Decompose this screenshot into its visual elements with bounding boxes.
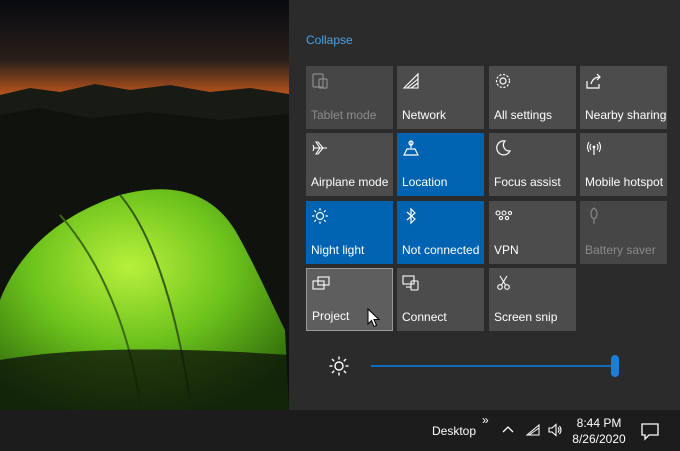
hotspot-icon [585,139,603,157]
taskbar: Desktop » 8:44 PM 8/26/2020 [0,410,680,451]
tile-not-connected[interactable]: Not connected [397,201,484,264]
tile-label: Mobile hotspot [585,175,664,189]
action-center-panel: Collapse Tablet mode Network All settings N… [289,0,680,410]
airplane-icon [311,139,329,157]
brightness-slider-row [329,352,629,380]
wifi-icon[interactable] [525,422,541,438]
tile-label: Connect [402,310,447,324]
moon-icon [494,139,512,157]
tile-label: Network [402,108,447,122]
tile-label: Focus assist [494,175,561,189]
brightness-icon [311,207,329,225]
location-icon [402,139,420,157]
vpn-icon [494,207,512,225]
tile-network[interactable]: Network [397,66,484,129]
project-icon [312,275,330,293]
tile-night-light[interactable]: Night light [306,201,393,264]
desktop-toolbar-label[interactable]: Desktop [432,424,476,438]
volume-icon[interactable] [547,422,563,438]
tile-label: Location [402,175,448,189]
tile-focus-assist[interactable]: Focus assist [489,133,576,196]
battery-saver-icon [585,207,603,225]
tile-location[interactable]: Location [397,133,484,196]
chevron-up-icon[interactable] [500,422,516,438]
tile-label: Nearby sharing [585,108,667,122]
tile-label: Night light [311,243,365,257]
gear-icon [494,72,512,90]
tile-mobile-hotspot[interactable]: Mobile hotspot [580,133,667,196]
tile-tablet-mode[interactable]: Tablet mode [306,66,393,129]
tile-label: Tablet mode [311,108,377,122]
notification-icon[interactable] [640,421,660,441]
tile-battery-saver[interactable]: Battery saver [580,201,667,264]
collapse-link[interactable]: Collapse [306,33,353,47]
clock-time: 8:44 PM [576,416,622,430]
tile-label: Battery saver [585,243,656,257]
tile-all-settings[interactable]: All settings [489,66,576,129]
tile-label: Not connected [402,243,480,257]
bluetooth-icon [402,207,420,225]
desktop-wallpaper [0,0,289,410]
tile-label: Project [312,309,350,323]
tile-label: Screen snip [494,310,558,324]
connect-icon [402,274,420,292]
tile-vpn[interactable]: VPN [489,201,576,264]
tile-label: Airplane mode [311,175,389,189]
share-icon [585,72,603,90]
toolbar-overflow-icon[interactable]: » [482,413,489,427]
brightness-slider-thumb[interactable] [611,355,619,377]
network-icon [402,72,420,90]
brightness-slider-track[interactable] [371,365,615,367]
tile-label: VPN [494,243,519,257]
tile-screen-snip[interactable]: Screen snip [489,268,576,331]
tile-nearby-sharing[interactable]: Nearby sharing [580,66,667,129]
brightness-icon [329,356,349,376]
tile-connect[interactable]: Connect [397,268,484,331]
screen-snip-icon [494,274,512,292]
tile-label: All settings [494,108,553,122]
tablet-icon [311,72,329,90]
tile-airplane-mode[interactable]: Airplane mode [306,133,393,196]
clock-date: 8/26/2020 [572,432,626,446]
mouse-cursor-icon [367,308,381,328]
clock[interactable]: 8:44 PM 8/26/2020 [570,415,628,447]
